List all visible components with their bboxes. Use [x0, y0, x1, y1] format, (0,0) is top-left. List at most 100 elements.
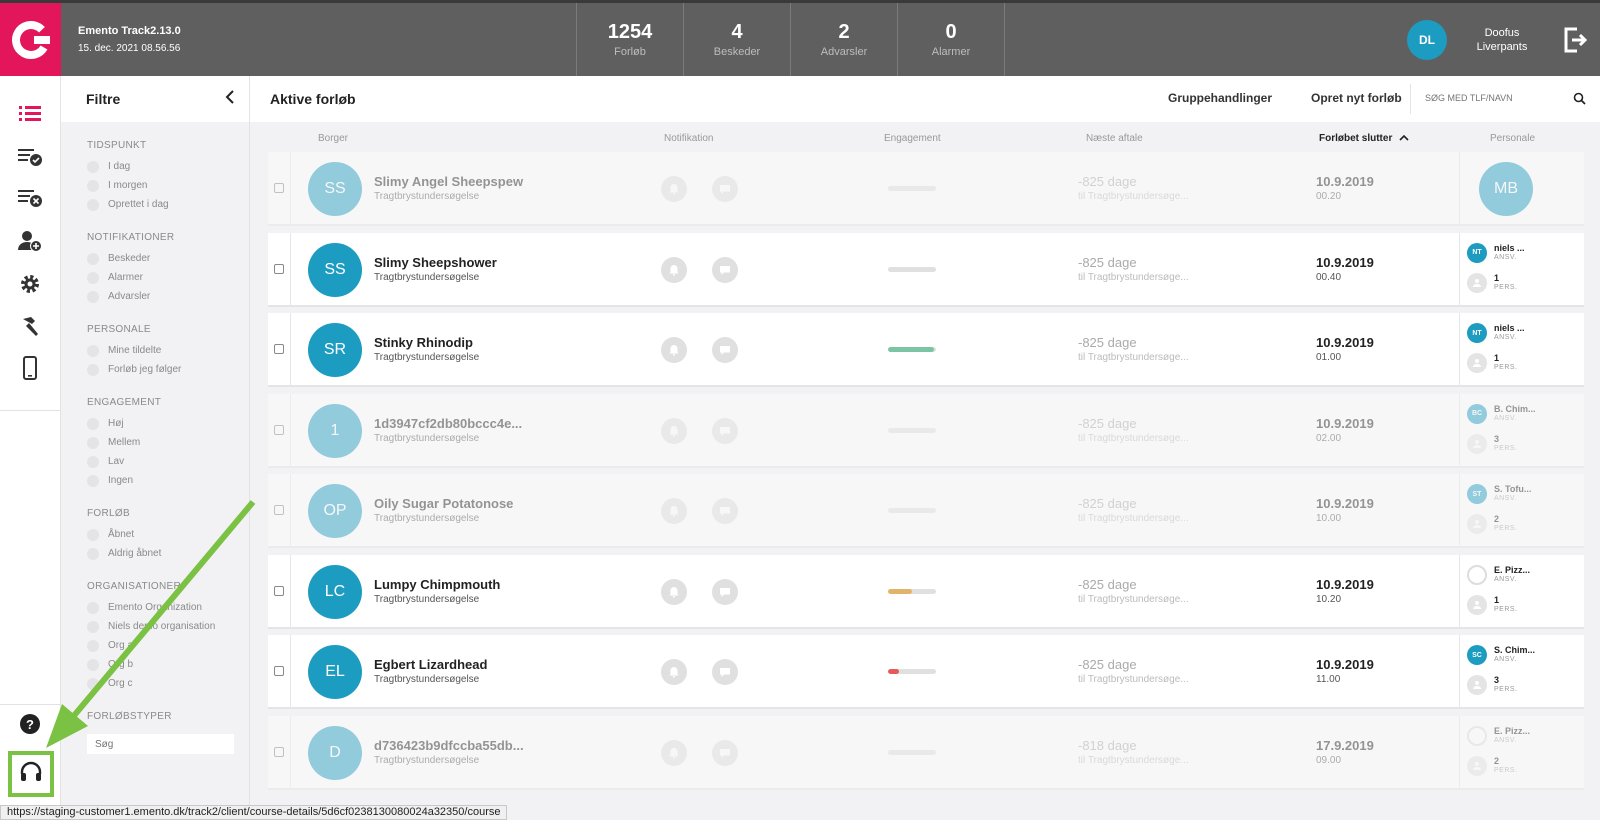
filter-radio[interactable]: [87, 290, 99, 303]
course-type-search-input[interactable]: [87, 734, 234, 754]
filter-radio[interactable]: [87, 547, 99, 560]
help-icon[interactable]: ?: [16, 710, 44, 738]
col-notification[interactable]: Notifikation: [664, 133, 713, 144]
col-engagement[interactable]: Engagement: [884, 133, 941, 144]
filter-radio[interactable]: [87, 198, 99, 211]
filter-option[interactable]: Oprettet i dag: [87, 195, 249, 214]
hammer-icon[interactable]: [16, 312, 44, 340]
row-checkbox[interactable]: [274, 183, 284, 193]
add-user-icon[interactable]: [16, 227, 44, 255]
group-actions-button[interactable]: Gruppehandlinger: [1168, 91, 1272, 105]
table-row[interactable]: 1 1d3947cf2db80bccc4e... Tragtbrystunder…: [268, 393, 1584, 468]
list-icon[interactable]: [16, 100, 44, 128]
stat-messages[interactable]: 4 Beskeder: [684, 3, 791, 76]
staff-avatar[interactable]: NT: [1467, 323, 1487, 343]
bell-icon[interactable]: [661, 498, 687, 524]
filter-option[interactable]: I morgen: [87, 176, 249, 195]
chat-icon[interactable]: [712, 739, 738, 766]
search-icon[interactable]: [1573, 92, 1586, 110]
filter-option[interactable]: Org b: [87, 655, 249, 674]
col-citizen[interactable]: Borger: [318, 133, 348, 144]
filter-radio[interactable]: [87, 179, 99, 192]
table-row[interactable]: EL Egbert Lizardhead Tragtbrystundersøge…: [268, 635, 1584, 709]
citizen-name[interactable]: Stinky Rhinodip: [374, 335, 473, 350]
filter-option[interactable]: Org c: [87, 674, 249, 693]
bell-icon[interactable]: [661, 659, 687, 685]
citizen-avatar[interactable]: SS: [308, 162, 362, 216]
citizen-name[interactable]: Lumpy Chimpmouth: [374, 577, 500, 592]
table-row[interactable]: OP Oily Sugar Potatonose Tragtbrystunder…: [268, 474, 1584, 548]
citizen-avatar[interactable]: EL: [308, 645, 362, 699]
filter-option[interactable]: Advarsler: [87, 287, 249, 306]
staff-avatar[interactable]: ST: [1467, 484, 1487, 504]
stat-warnings[interactable]: 2 Advarsler: [791, 3, 898, 76]
row-checkbox[interactable]: [274, 263, 284, 274]
filter-radio[interactable]: [87, 639, 99, 652]
staff-avatar[interactable]: SC: [1467, 645, 1487, 665]
col-course-ends[interactable]: Forløbet slutter: [1319, 133, 1409, 144]
filter-option[interactable]: Mellem: [87, 433, 249, 452]
citizen-avatar[interactable]: SR: [308, 323, 362, 377]
citizen-avatar[interactable]: OP: [308, 484, 362, 538]
chat-icon[interactable]: [712, 337, 738, 363]
bell-icon[interactable]: [661, 256, 687, 283]
filter-option[interactable]: Aldrig åbnet: [87, 544, 249, 563]
user-name[interactable]: Doofus Liverpants: [1462, 26, 1542, 54]
filter-radio[interactable]: [87, 363, 99, 376]
staff-avatar[interactable]: [1467, 564, 1487, 585]
citizen-name[interactable]: Slimy Angel Sheepspew: [374, 174, 523, 189]
filter-radio[interactable]: [87, 344, 99, 357]
row-checkbox[interactable]: [274, 746, 284, 757]
col-next-appointment[interactable]: Næste aftale: [1086, 133, 1143, 144]
filter-option[interactable]: Høj: [87, 414, 249, 433]
filter-radio[interactable]: [87, 677, 99, 690]
row-checkbox[interactable]: [274, 585, 284, 596]
mobile-phone-icon[interactable]: [16, 354, 44, 382]
filter-option[interactable]: I dag: [87, 157, 249, 176]
citizen-name[interactable]: d736423b9dfccba55db...: [374, 738, 524, 753]
row-checkbox[interactable]: [274, 424, 284, 435]
emento-logo[interactable]: [0, 3, 61, 76]
citizen-avatar[interactable]: D: [308, 725, 362, 780]
bell-icon[interactable]: [661, 417, 687, 444]
chat-icon[interactable]: [712, 659, 738, 685]
chat-icon[interactable]: [712, 417, 738, 444]
bell-icon[interactable]: [661, 739, 687, 766]
citizen-avatar[interactable]: SS: [308, 242, 362, 297]
bell-icon[interactable]: [661, 578, 687, 605]
filter-radio[interactable]: [87, 601, 99, 614]
table-row[interactable]: LC Lumpy Chimpmouth Tragtbrystundersøgel…: [268, 554, 1584, 629]
table-row[interactable]: SS Slimy Sheepshower Tragtbrystundersøge…: [268, 232, 1584, 307]
filter-radio[interactable]: [87, 528, 99, 541]
search-input[interactable]: [1425, 84, 1565, 112]
filter-option[interactable]: Åbnet: [87, 525, 249, 544]
citizen-name[interactable]: 1d3947cf2db80bccc4e...: [374, 416, 522, 431]
filter-radio[interactable]: [87, 620, 99, 633]
table-row[interactable]: D d736423b9dfccba55db... Tragtbrystunder…: [268, 715, 1584, 790]
filter-option[interactable]: Emento Organization: [87, 598, 249, 617]
filter-radio[interactable]: [87, 474, 99, 487]
gear-icon[interactable]: [16, 270, 44, 298]
filter-option[interactable]: Niels demo organisation: [87, 617, 249, 636]
chat-icon[interactable]: [712, 578, 738, 605]
filter-option[interactable]: Lav: [87, 452, 249, 471]
filter-option[interactable]: Beskeder: [87, 249, 249, 268]
filter-radio[interactable]: [87, 160, 99, 173]
stat-courses[interactable]: 1254 Forløb: [577, 3, 684, 76]
table-row[interactable]: SS Slimy Angel Sheepspew Tragtbrystunder…: [268, 152, 1584, 226]
list-check-icon[interactable]: [16, 143, 44, 171]
filter-radio[interactable]: [87, 271, 99, 284]
filter-radio[interactable]: [87, 417, 99, 430]
filter-radio[interactable]: [87, 455, 99, 468]
support-button[interactable]: [8, 751, 54, 797]
list-remove-icon[interactable]: [16, 184, 44, 212]
chat-icon[interactable]: [712, 498, 738, 524]
bell-icon[interactable]: [661, 176, 687, 202]
citizen-avatar[interactable]: LC: [308, 564, 362, 619]
row-checkbox[interactable]: [274, 666, 284, 676]
filter-option[interactable]: Mine tildelte: [87, 341, 249, 360]
collapse-chevron-icon[interactable]: [225, 89, 235, 109]
chat-icon[interactable]: [712, 256, 738, 283]
filter-option[interactable]: Ingen: [87, 471, 249, 490]
staff-avatar[interactable]: MB: [1479, 162, 1533, 216]
